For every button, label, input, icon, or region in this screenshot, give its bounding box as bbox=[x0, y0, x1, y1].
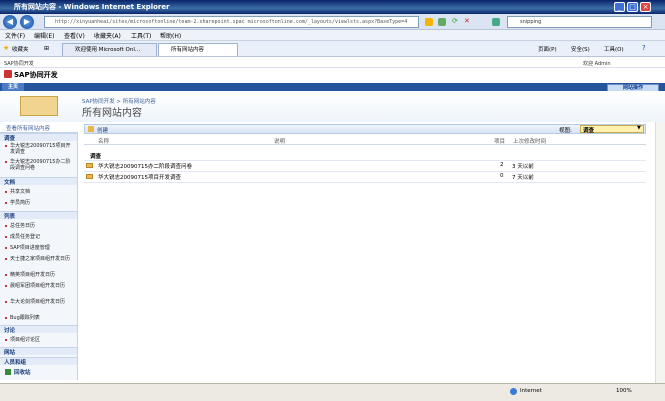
menu-bar: 文件(F) 编辑(E) 查看(V) 收藏夹(A) 工具(T) 帮助(H) bbox=[0, 30, 665, 41]
divider bbox=[84, 160, 646, 161]
menu-file[interactable]: 文件(F) bbox=[5, 31, 25, 40]
back-icon[interactable]: ◀ bbox=[3, 15, 17, 29]
col-items[interactable]: 项目 bbox=[494, 137, 505, 145]
lock-icon bbox=[425, 18, 433, 26]
col-modified[interactable]: 上次修改时间 bbox=[513, 137, 546, 145]
menu-edit[interactable]: 编辑(E) bbox=[34, 31, 54, 40]
nav-item[interactable]: 华大论剑项目组开发日历 bbox=[10, 299, 72, 305]
help-icon[interactable]: ? bbox=[642, 44, 646, 52]
group-heading: 调查 bbox=[90, 154, 102, 160]
vertical-scrollbar[interactable] bbox=[655, 122, 665, 383]
page-title: 所有网站内容 bbox=[82, 108, 142, 119]
view-select[interactable]: 调查 ▼ bbox=[580, 125, 644, 134]
view-all-link[interactable]: 查看所有网站内容 bbox=[0, 122, 78, 133]
sp-topbar: SAP协同开发 欢迎 Admin bbox=[0, 58, 665, 68]
compat-icon[interactable] bbox=[438, 18, 446, 26]
col-name[interactable]: 名称 bbox=[98, 137, 109, 145]
nav-section-sites[interactable]: 网站 bbox=[4, 348, 15, 356]
menu-help[interactable]: 帮助(H) bbox=[160, 31, 181, 40]
address-bar: ◀ ▶ http://xinyuanheai/sites/microsofton… bbox=[0, 14, 665, 30]
row-name-link[interactable]: 华大锐志20090715办二阶段调查问卷 bbox=[98, 162, 192, 170]
create-button[interactable]: 创建 bbox=[97, 126, 108, 134]
close-button[interactable]: × bbox=[640, 2, 651, 12]
table-row: 华大锐志20090715项目开发调查 0 7 天以前 bbox=[84, 173, 646, 181]
site-banner-icon bbox=[20, 96, 58, 116]
tools-menu[interactable]: 工具(O) bbox=[604, 45, 624, 53]
row-modified: 7 天以前 bbox=[512, 175, 534, 181]
row-modified: 3 天以前 bbox=[512, 164, 534, 170]
maximize-button[interactable]: □ bbox=[627, 2, 638, 12]
list-toolbar: 创建 视图: 调查 ▼ bbox=[84, 124, 646, 134]
quick-launch: 调查 华大锐志20090715项目开发调查 华大锐志20090715办二阶段调查… bbox=[0, 133, 78, 380]
sp-top-link[interactable]: SAP协同开发 bbox=[4, 60, 34, 67]
tab-grid-icon[interactable]: ⊞ bbox=[44, 45, 49, 52]
nav-item[interactable]: SAP项目进度管理 bbox=[10, 245, 72, 251]
nav-item[interactable]: 学员简历 bbox=[10, 200, 72, 206]
menu-favorites[interactable]: 收藏夹(A) bbox=[94, 31, 121, 40]
nav-item[interactable]: 华大锐志20090715项目开发调查 bbox=[10, 143, 72, 155]
status-bar: Internet 100% bbox=[0, 383, 665, 401]
survey-icon bbox=[86, 163, 93, 168]
nav-item[interactable]: 精英项目组开发日历 bbox=[10, 272, 72, 278]
top-nav bbox=[0, 83, 665, 91]
tab-all-content[interactable]: 所有网站内容 bbox=[158, 43, 238, 56]
row-name-link[interactable]: 华大锐志20090715项目开发调查 bbox=[98, 173, 181, 181]
survey-icon bbox=[86, 174, 93, 179]
site-title[interactable]: SAP协同开发 bbox=[14, 70, 58, 80]
nav-section-lists[interactable]: 列表 bbox=[4, 212, 15, 220]
sp-logo-icon bbox=[4, 70, 12, 78]
star-icon[interactable]: ★ bbox=[3, 44, 9, 52]
row-count: 2 bbox=[500, 162, 504, 168]
page-menu[interactable]: 页面(P) bbox=[538, 45, 557, 53]
nav-item[interactable]: 天士捷之家项目组开发日历 bbox=[10, 256, 72, 262]
divider bbox=[84, 182, 646, 183]
safety-menu[interactable]: 安全(S) bbox=[571, 45, 590, 53]
zone-label: Internet bbox=[520, 388, 542, 394]
nav-section-discussions[interactable]: 讨论 bbox=[4, 326, 15, 334]
nav-item[interactable]: 晨昭军团项目组开发日历 bbox=[10, 283, 72, 289]
menu-tools[interactable]: 工具(T) bbox=[131, 31, 151, 40]
table-row: 华大锐志20090715办二阶段调查问卷 2 3 天以前 bbox=[84, 162, 646, 170]
favorites-label[interactable]: 收藏夹 bbox=[12, 45, 29, 53]
forward-icon[interactable]: ▶ bbox=[20, 15, 34, 29]
url-input[interactable]: http://xinyuanheai/sites/microsoftonline… bbox=[44, 16, 419, 28]
search-provider-icon[interactable] bbox=[492, 18, 500, 26]
col-description[interactable]: 说明 bbox=[274, 137, 285, 145]
nav-item[interactable]: 成员任务登记 bbox=[10, 234, 72, 240]
recycle-bin-link[interactable]: 回收站 bbox=[14, 368, 31, 376]
tab-home[interactable]: 主页 bbox=[2, 83, 24, 91]
nav-section-surveys[interactable]: 调查 bbox=[4, 134, 15, 142]
stop-icon[interactable]: ✕ bbox=[464, 17, 470, 25]
minimize-button[interactable]: _ bbox=[614, 2, 625, 12]
nav-item[interactable]: 共享文档 bbox=[10, 189, 72, 195]
welcome-menu[interactable]: 欢迎 Admin bbox=[583, 60, 611, 67]
tab-welcome[interactable]: 欢迎使用 Microsoft Onl... bbox=[62, 43, 157, 56]
view-select-value: 调查 bbox=[583, 128, 595, 134]
refresh-icon[interactable]: ⟳ bbox=[452, 17, 458, 25]
zoom-level[interactable]: 100% bbox=[616, 388, 632, 394]
nav-item[interactable]: 总任务日历 bbox=[10, 223, 72, 229]
nav-section-docs[interactable]: 文档 bbox=[4, 178, 15, 186]
recycle-bin-icon bbox=[5, 369, 11, 375]
menu-view[interactable]: 查看(V) bbox=[64, 31, 85, 40]
nav-item[interactable]: 项目组讨论区 bbox=[10, 337, 72, 343]
globe-icon bbox=[510, 388, 517, 395]
nav-section-people[interactable]: 人员和组 bbox=[4, 358, 26, 366]
row-count: 0 bbox=[500, 173, 504, 179]
create-icon bbox=[88, 126, 94, 132]
search-input[interactable]: snipping bbox=[507, 16, 652, 28]
divider bbox=[84, 171, 646, 172]
favorites-bar: ★ 收藏夹 ⊞ 欢迎使用 Microsoft Onl... 所有网站内容 页面(… bbox=[0, 41, 665, 57]
view-label: 视图: bbox=[559, 128, 572, 134]
window-title: 所有网站内容 - Windows Internet Explorer bbox=[0, 0, 665, 14]
chevron-down-icon: ▼ bbox=[637, 125, 641, 131]
nav-item[interactable]: 华大锐志20090715办二阶段调查问卷 bbox=[10, 159, 72, 171]
grid-header: 名称 说明 项目 上次修改时间 bbox=[84, 136, 646, 145]
nav-item[interactable]: Bug跟踪列表 bbox=[10, 315, 72, 321]
